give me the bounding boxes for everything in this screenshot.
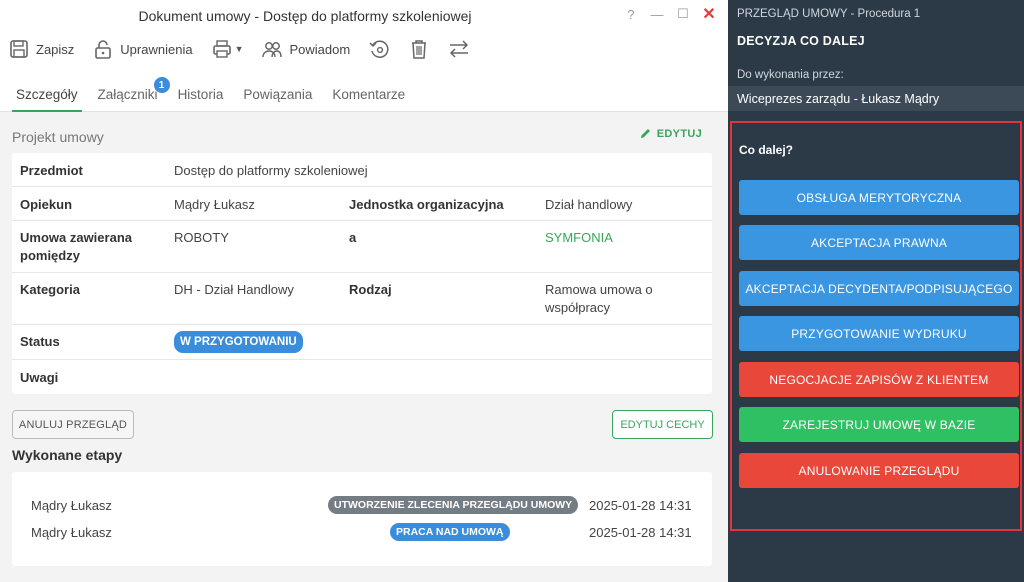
tab-comments[interactable]: Komentarze	[332, 86, 405, 108]
window-title: Dokument umowy - Dostęp do platformy szk…	[138, 8, 472, 24]
row-status: Status W PRZYGOTOWANIU	[12, 325, 712, 360]
chevron-down-icon: ▼	[234, 44, 244, 54]
swap-arrows-icon	[448, 38, 470, 60]
stage-user: Mądry Łukasz	[31, 498, 112, 513]
minimize-icon[interactable]: —	[646, 5, 668, 23]
client-negotiations-button[interactable]: NEGOCJACJE ZAPISÓW Z KLIENTEM	[739, 362, 1019, 397]
document-header: Dokument umowy - Dostęp do platformy szk…	[0, 0, 728, 112]
window-controls: ? — ☐ ✕	[620, 5, 720, 23]
substantive-handling-button[interactable]: OBSŁUGA MERYTORYCZNA	[739, 180, 1019, 215]
tab-attachments-label: Załączniki	[97, 87, 158, 102]
tab-attachments[interactable]: Załączniki 1	[97, 77, 170, 108]
printer-icon	[211, 38, 233, 60]
stage-time: 2025-01-28 14:31	[589, 525, 692, 540]
status-label: Status	[20, 334, 60, 349]
row-parties: Umowa zawierana pomiędzy ROBOTY a SYMFON…	[12, 221, 712, 273]
row-notes: Uwagi	[12, 360, 712, 394]
kind-label: Rodzaj	[349, 282, 392, 297]
save-button[interactable]: Zapisz	[8, 38, 74, 60]
next-steps-question: Co dalej?	[739, 143, 794, 157]
status-badge: W PRZYGOTOWANIU	[174, 331, 303, 353]
tab-history-label: Historia	[177, 87, 224, 102]
guardian-value: Mądry Łukasz	[174, 197, 255, 212]
decision-maker-approval-button[interactable]: AKCEPTACJA DECYDENTA/PODPISUJĄCEGO	[739, 271, 1019, 306]
prepare-printout-button[interactable]: PRZYGOTOWANIE WYDRUKU	[739, 316, 1019, 351]
attachments-count-badge: 1	[153, 77, 170, 93]
stage-time: 2025-01-28 14:31	[589, 498, 692, 513]
cancel-review-button[interactable]: ANULUJ PRZEGLĄD	[12, 410, 134, 439]
lock-icon	[92, 38, 114, 60]
party-a-value: ROBOTY	[174, 230, 229, 245]
tab-bar: Szczegóły Załączniki 1 Historia Powiązan…	[12, 77, 425, 112]
permissions-button[interactable]: Uprawnienia	[92, 38, 193, 60]
permissions-label: Uprawnienia	[120, 41, 193, 57]
maximize-icon[interactable]: ☐	[672, 5, 694, 23]
users-icon	[261, 38, 283, 60]
stage-badge: PRACA NAD UMOWĄ	[390, 523, 510, 541]
row-category: Kategoria DH - Dział Handlowy Rodzaj Ram…	[12, 273, 712, 325]
list-item: Mądry Łukasz PRACA NAD UMOWĄ 2025-01-28 …	[12, 523, 712, 543]
stage-badge: UTWORZENIE ZLECENIA PRZEGLĄDU UMOWY	[328, 496, 579, 514]
notes-label: Uwagi	[20, 370, 59, 385]
cancel-review-workflow-button[interactable]: ANULOWANIE PRZEGLĄDU	[739, 453, 1019, 488]
status-badge-wrap: W PRZYGOTOWANIU	[174, 331, 303, 353]
register-contract-button[interactable]: ZAREJESTRUJ UMOWĘ W BAZIE	[739, 407, 1019, 442]
stages-title: Wykonane etapy	[12, 447, 123, 463]
transfer-button[interactable]	[448, 38, 470, 60]
tab-comments-label: Komentarze	[332, 87, 406, 102]
restore-button[interactable]	[368, 38, 390, 60]
tab-history[interactable]: Historia	[178, 86, 224, 108]
print-button[interactable]: ▼	[211, 38, 244, 60]
assignee-value: Wiceprezes zarządu - Łukasz Mądry	[728, 86, 1024, 111]
notify-label: Powiadom	[289, 41, 351, 57]
stage-user: Mądry Łukasz	[31, 525, 112, 540]
edit-button[interactable]: EDYTUJ	[639, 127, 702, 140]
row-guardian: Opiekun Mądry Łukasz Jednostka organizac…	[12, 187, 712, 221]
delete-button[interactable]	[408, 38, 430, 60]
edit-label: EDYTUJ	[656, 127, 702, 140]
next-steps-box: Co dalej? OBSŁUGA MERYTORYCZNA AKCEPTACJ…	[730, 121, 1022, 531]
list-item: Mądry Łukasz UTWORZENIE ZLECENIA PRZEGLĄ…	[12, 496, 712, 516]
trash-icon	[408, 38, 430, 60]
row-subject: Przedmiot Dostęp do platformy szkoleniow…	[12, 153, 712, 187]
document-panel: Dokument umowy - Dostęp do platformy szk…	[0, 0, 728, 582]
section-title: Projekt umowy	[12, 129, 104, 145]
party-b-link[interactable]: SYMFONIA	[545, 229, 613, 247]
edit-features-button[interactable]: EDYTUJ CECHY	[612, 410, 713, 439]
stages-list: Mądry Łukasz UTWORZENIE ZLECENIA PRZEGLĄ…	[12, 472, 712, 566]
decision-title: DECYZJA CO DALEJ	[737, 34, 865, 48]
save-icon	[8, 38, 30, 60]
procedure-name: PRZEGLĄD UMOWY - Procedura 1	[737, 8, 921, 20]
tab-details-label: Szczegóły	[16, 87, 78, 102]
and-label: a	[349, 230, 357, 245]
parties-label: Umowa zawierana pomiędzy	[20, 230, 132, 263]
subject-label: Przedmiot	[20, 163, 83, 178]
unit-value: Dział handlowy	[545, 197, 633, 212]
restore-icon	[368, 38, 390, 60]
category-label: Kategoria	[20, 282, 80, 297]
toolbar: Zapisz Uprawnienia ▼ Powiadom	[8, 36, 488, 62]
details-card: Przedmiot Dostęp do platformy szkoleniow…	[12, 153, 712, 394]
guardian-label: Opiekun	[20, 197, 73, 212]
assignee-label: Do wykonania przez:	[737, 69, 844, 81]
close-icon[interactable]: ✕	[698, 5, 720, 23]
notify-button[interactable]: Powiadom	[261, 38, 350, 60]
subject-value: Dostęp do platformy szkoleniowej	[174, 163, 368, 178]
save-label: Zapisz	[36, 41, 75, 57]
kind-value: Ramowa umowa o współpracy	[545, 282, 653, 315]
unit-label: Jednostka organizacyjna	[349, 197, 504, 212]
category-value: DH - Dział Handlowy	[174, 282, 294, 297]
tab-relations-label: Powiązania	[243, 87, 313, 102]
workflow-panel: PRZEGLĄD UMOWY - Procedura 1 DECYZJA CO …	[728, 0, 1024, 582]
help-icon[interactable]: ?	[620, 5, 642, 23]
pencil-icon	[640, 129, 650, 138]
tab-details[interactable]: Szczegóły	[12, 86, 82, 112]
legal-approval-button[interactable]: AKCEPTACJA PRAWNA	[739, 225, 1019, 260]
tab-relations[interactable]: Powiązania	[243, 86, 312, 108]
